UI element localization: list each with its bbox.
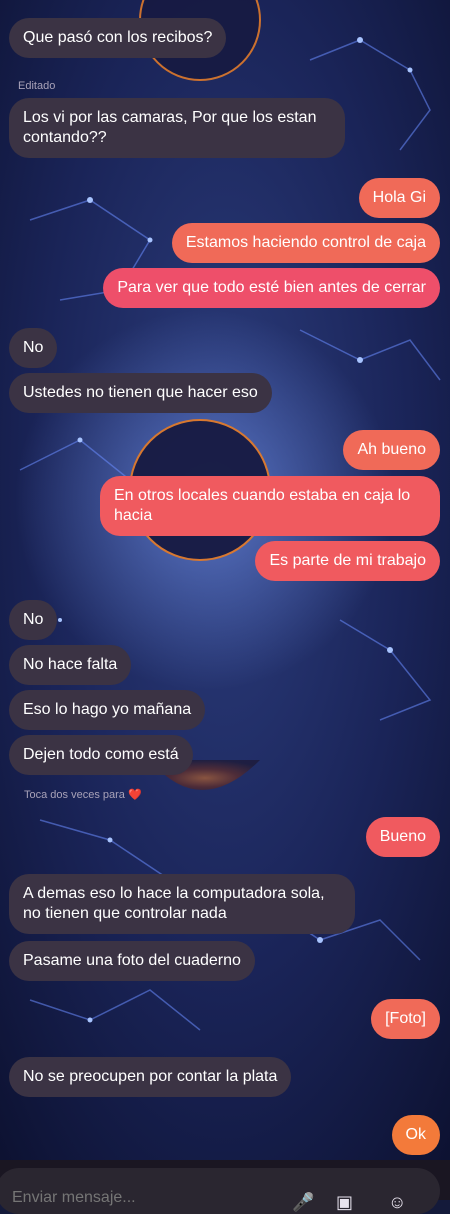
sticker-icon[interactable]: ☺: [388, 1192, 406, 1213]
message-outgoing[interactable]: Ok: [391, 1115, 440, 1155]
message-outgoing[interactable]: Hola Gi: [358, 178, 440, 218]
message-outgoing[interactable]: Bueno: [365, 817, 440, 857]
message-incoming[interactable]: A demas eso lo hace la computadora sola,…: [9, 874, 355, 934]
message-incoming[interactable]: Pasame una foto del cuaderno: [9, 941, 255, 981]
message-outgoing[interactable]: En otros locales cuando estaba en caja l…: [100, 476, 440, 536]
double-tap-hint: Toca dos veces para ❤️: [24, 788, 142, 801]
microphone-icon[interactable]: 🎤: [292, 1192, 314, 1213]
message-incoming[interactable]: No hace falta: [9, 645, 132, 685]
message-input[interactable]: [10, 1188, 274, 1208]
message-input-container[interactable]: 🎤 ▣ ☺: [0, 1168, 440, 1214]
message-outgoing[interactable]: [Foto]: [371, 999, 440, 1039]
message-incoming[interactable]: Eso lo hago yo mañana: [9, 690, 206, 730]
composer-bar: 🎤 ▣ ☺: [0, 1160, 450, 1214]
message-incoming[interactable]: No: [9, 328, 58, 368]
message-incoming[interactable]: Los vi por las camaras, Por que los esta…: [9, 98, 345, 158]
message-outgoing[interactable]: Ah bueno: [343, 430, 440, 470]
message-outgoing[interactable]: Para ver que todo esté bien antes de cer…: [103, 268, 440, 308]
message-incoming[interactable]: No: [9, 600, 58, 640]
message-outgoing[interactable]: Estamos haciendo control de caja: [171, 223, 440, 263]
message-outgoing[interactable]: Es parte de mi trabajo: [255, 541, 440, 581]
message-incoming[interactable]: No se preocupen por contar la plata: [9, 1057, 292, 1097]
message-incoming[interactable]: Dejen todo como está: [9, 735, 193, 775]
message-incoming[interactable]: Que pasó con los recibos?: [9, 18, 227, 58]
double-tap-hint-text: Toca dos veces para: [24, 789, 125, 801]
image-icon[interactable]: ▣: [336, 1192, 353, 1213]
heart-icon: ❤️: [127, 789, 142, 801]
edited-label: Editado: [18, 80, 56, 92]
message-incoming[interactable]: Ustedes no tienen que hacer eso: [9, 373, 272, 413]
